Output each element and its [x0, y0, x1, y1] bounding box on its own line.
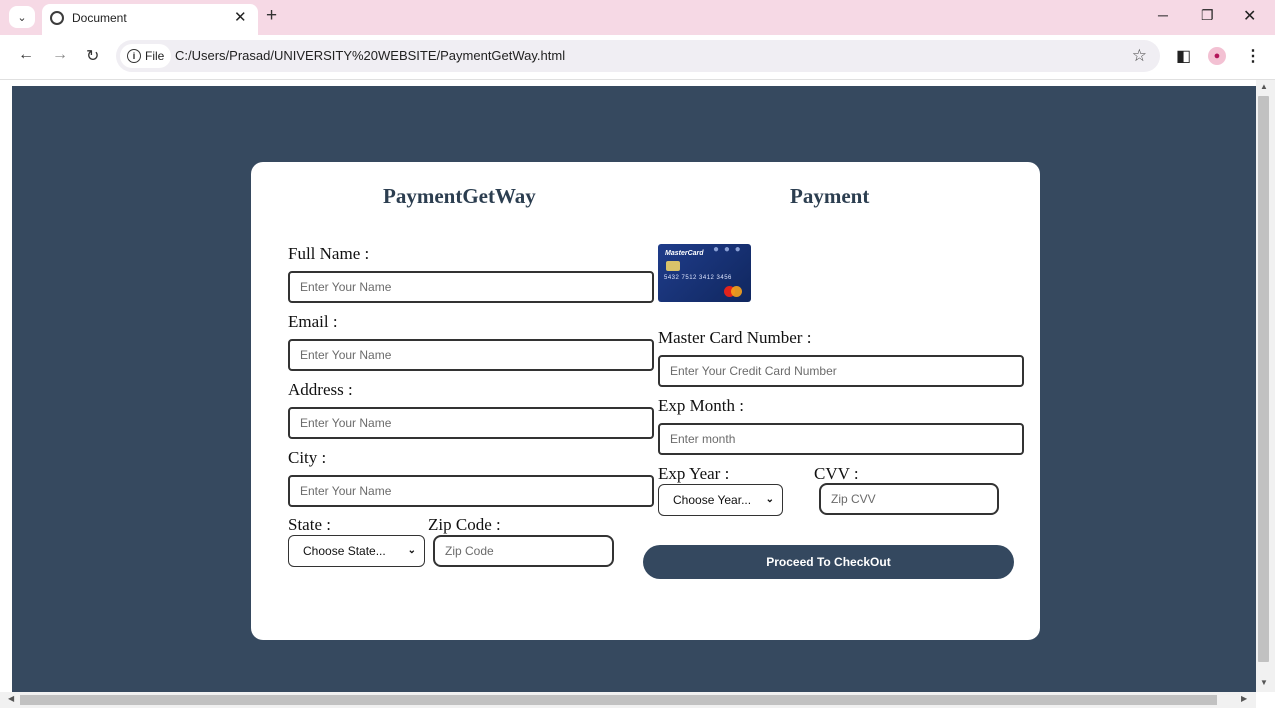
horizontal-scrollbar[interactable]: ◀ ▶: [0, 692, 1256, 708]
card-number-label: Master Card Number :: [658, 328, 812, 347]
file-chip-label: File: [145, 49, 165, 63]
horizontal-scroll-thumb[interactable]: [20, 695, 1217, 705]
scroll-right-icon[interactable]: ▶: [1241, 694, 1247, 703]
full-name-input[interactable]: [288, 271, 654, 303]
exp-year-select[interactable]: Choose Year... ⌄: [658, 484, 783, 516]
side-panel-icon[interactable]: ◧: [1176, 46, 1191, 66]
back-arrow-icon[interactable]: ←: [18, 46, 34, 64]
profile-icon[interactable]: ●: [1208, 47, 1226, 65]
address-bar[interactable]: i File C:/Users/Prasad/UNIVERSITY%20WEBS…: [116, 40, 1160, 72]
zip-label: Zip Code :: [428, 515, 501, 534]
full-name-label: Full Name :: [288, 244, 370, 263]
exp-year-label: Exp Year :: [658, 464, 730, 483]
exp-month-input[interactable]: [658, 423, 1024, 455]
reload-icon[interactable]: ↻: [86, 46, 99, 66]
card-brand-text: MasterCard: [665, 250, 704, 257]
url-text[interactable]: C:/Users/Prasad/UNIVERSITY%20WEBSITE/Pay…: [175, 48, 565, 63]
zip-input[interactable]: [433, 535, 614, 567]
address-label: Address :: [288, 380, 353, 399]
page-title: PaymentGetWay: [383, 184, 536, 208]
tab-menu-icon[interactable]: ⌄: [9, 6, 35, 28]
mastercard-logo-orange: [731, 286, 742, 297]
cvv-input[interactable]: [819, 483, 999, 515]
more-vert-icon[interactable]: ⋮: [1245, 46, 1261, 66]
scroll-down-icon[interactable]: ▼: [1260, 678, 1268, 687]
address-input[interactable]: [288, 407, 654, 439]
site-info-chip[interactable]: i File: [120, 44, 172, 68]
tab-bar: ⌄ Document ✕ + ─ ❐ ✕: [0, 0, 1275, 35]
cvv-label: CVV :: [814, 464, 859, 483]
tab-title: Document: [72, 11, 127, 25]
star-icon[interactable]: ☆: [1132, 46, 1147, 66]
chevron-down-icon: ⌄: [765, 494, 774, 505]
card-decoration: ● ● ●: [713, 244, 742, 255]
close-icon[interactable]: ✕: [234, 8, 247, 26]
state-label: State :: [288, 515, 331, 534]
checkout-button[interactable]: Proceed To CheckOut: [643, 545, 1014, 579]
card-number-graphic: 5432 7512 3412 3456: [664, 275, 732, 281]
restore-icon[interactable]: ❐: [1201, 7, 1214, 24]
minimize-icon[interactable]: ─: [1158, 7, 1168, 23]
vertical-scroll-thumb[interactable]: [1258, 96, 1269, 662]
state-select-value: Choose State...: [303, 544, 386, 558]
tab-document[interactable]: Document ✕: [42, 4, 258, 35]
scroll-up-icon[interactable]: ▲: [1260, 82, 1268, 91]
scroll-left-icon[interactable]: ◀: [8, 694, 14, 703]
window-close-icon[interactable]: ✕: [1243, 6, 1256, 26]
email-input[interactable]: [288, 339, 654, 371]
exp-month-label: Exp Month :: [658, 396, 744, 415]
state-select[interactable]: Choose State... ⌄: [288, 535, 425, 567]
email-label: Email :: [288, 312, 338, 331]
payment-heading: Payment: [790, 184, 870, 208]
info-icon: i: [127, 49, 141, 63]
card-chip-graphic: [666, 261, 680, 271]
browser-toolbar: ← → ↻ i File C:/Users/Prasad/UNIVERSITY%…: [0, 35, 1275, 80]
exp-year-select-value: Choose Year...: [673, 493, 752, 507]
globe-icon: [50, 11, 64, 25]
mastercard-image: ● ● ● MasterCard 5432 7512 3412 3456: [658, 244, 751, 302]
city-label: City :: [288, 448, 327, 467]
plus-icon[interactable]: +: [266, 5, 277, 27]
payment-card: PaymentGetWay Payment Full Name : Email …: [251, 162, 1040, 640]
card-number-input[interactable]: [658, 355, 1024, 387]
forward-arrow-icon[interactable]: →: [52, 46, 68, 64]
bottom-strip: [0, 708, 1275, 712]
city-input[interactable]: [288, 475, 654, 507]
viewport: PaymentGetWay Payment Full Name : Email …: [0, 80, 1275, 712]
chevron-down-icon: ⌄: [407, 545, 416, 556]
vertical-scrollbar[interactable]: ▲ ▼: [1256, 80, 1275, 692]
